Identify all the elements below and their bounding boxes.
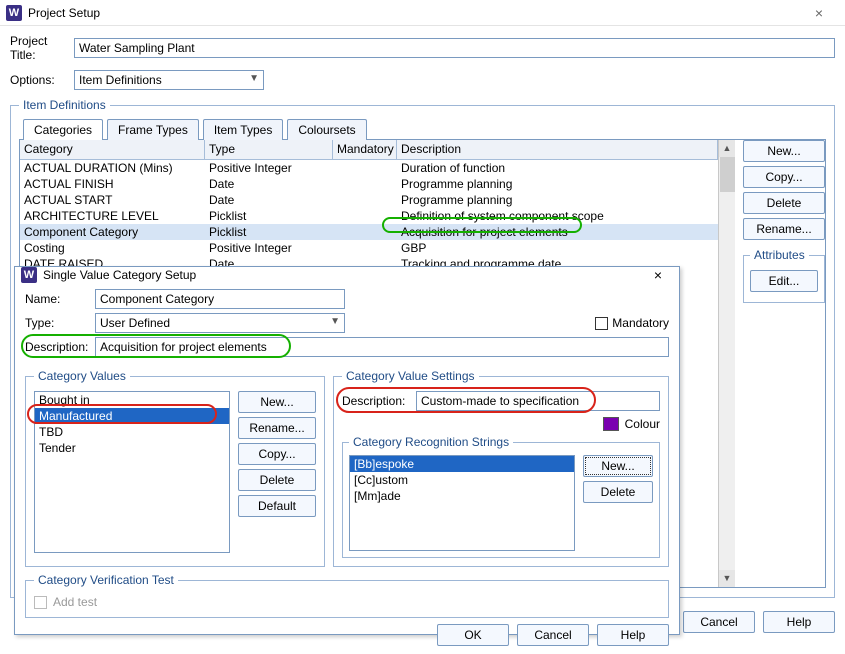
options-label: Options: <box>10 73 74 87</box>
table-row[interactable]: ACTUAL DURATION (Mins)Positive IntegerDu… <box>20 160 718 176</box>
tab-categories[interactable]: Categories <box>23 119 103 140</box>
list-item[interactable]: Manufactured <box>35 408 229 424</box>
copy-button[interactable]: Copy... <box>743 166 825 188</box>
list-item[interactable]: [Bb]espoke <box>350 456 574 472</box>
dialog-close-icon[interactable]: × <box>643 267 673 283</box>
name-label: Name: <box>25 292 95 306</box>
col-description[interactable]: Description <box>397 140 718 159</box>
options-select[interactable]: Item Definitions ▼ <box>74 70 264 90</box>
single-value-category-dialog: W Single Value Category Setup × Name: Ty… <box>14 266 680 635</box>
list-item[interactable]: TBD <box>35 424 229 440</box>
attributes-legend: Attributes <box>750 248 809 262</box>
dialog-titlebar: W Single Value Category Setup × <box>15 267 679 283</box>
grid-scrollbar[interactable]: ▲ ▼ <box>718 140 735 587</box>
project-title-label: Project Title: <box>10 34 74 62</box>
col-type[interactable]: Type <box>205 140 333 159</box>
verif-legend: Category Verification Test <box>34 573 178 587</box>
project-title-input[interactable] <box>74 38 835 58</box>
dialog-title: Single Value Category Setup <box>43 268 643 282</box>
attributes-group: Attributes Edit... <box>743 248 825 303</box>
cvs-description-label: Description: <box>342 394 412 408</box>
scroll-down-icon[interactable]: ▼ <box>719 570 735 587</box>
cat-new-button[interactable]: New... <box>238 391 316 413</box>
list-item[interactable]: Tender <box>35 440 229 456</box>
description-input[interactable] <box>95 337 669 357</box>
cvs-legend: Category Value Settings <box>342 369 479 383</box>
category-values-group: Category Values Bought inManufacturedTBD… <box>25 369 325 567</box>
recog-new-button[interactable]: New... <box>583 455 653 477</box>
grid-header: Category Type Mandatory Description <box>20 140 718 160</box>
new-button[interactable]: New... <box>743 140 825 162</box>
recognition-list[interactable]: [Bb]espoke[Cc]ustom[Mm]ade <box>349 455 575 551</box>
chevron-down-icon: ▼ <box>249 73 259 84</box>
col-mandatory[interactable]: Mandatory <box>333 140 397 159</box>
edit-attributes-button[interactable]: Edit... <box>750 270 818 292</box>
mandatory-label: Mandatory <box>612 316 669 330</box>
cat-default-button[interactable]: Default <box>238 495 316 517</box>
recog-legend: Category Recognition Strings <box>349 435 513 449</box>
list-item[interactable]: [Cc]ustom <box>350 472 574 488</box>
window-title: Project Setup <box>28 6 799 20</box>
table-row[interactable]: CostingPositive IntegerGBP <box>20 240 718 256</box>
tab-frame-types[interactable]: Frame Types <box>107 119 199 140</box>
tab-coloursets[interactable]: Coloursets <box>287 119 366 140</box>
outer-help-button[interactable]: Help <box>763 611 835 633</box>
definition-tabs: Categories Frame Types Item Types Colour… <box>19 118 826 140</box>
scroll-thumb[interactable] <box>720 157 735 192</box>
colour-swatch[interactable] <box>603 417 619 431</box>
scroll-up-icon[interactable]: ▲ <box>719 140 735 157</box>
name-input[interactable] <box>95 289 345 309</box>
category-values-legend: Category Values <box>34 369 130 383</box>
type-select-value: User Defined <box>100 316 170 330</box>
close-icon[interactable]: × <box>799 5 839 21</box>
recognition-strings-group: Category Recognition Strings [Bb]espoke[… <box>342 435 660 558</box>
options-select-value: Item Definitions <box>79 73 162 87</box>
table-row[interactable]: ARCHITECTURE LEVELPicklistDefinition of … <box>20 208 718 224</box>
app-icon: W <box>6 5 22 21</box>
cat-rename-button[interactable]: Rename... <box>238 417 316 439</box>
recog-delete-button[interactable]: Delete <box>583 481 653 503</box>
list-item[interactable]: Bought in <box>35 392 229 408</box>
rename-button[interactable]: Rename... <box>743 218 825 240</box>
cat-copy-button[interactable]: Copy... <box>238 443 316 465</box>
add-test-checkbox <box>34 596 47 609</box>
cvs-description-input[interactable] <box>416 391 660 411</box>
dialog-cancel-button[interactable]: Cancel <box>517 624 589 646</box>
category-value-settings-group: Category Value Settings Description: Col… <box>333 369 669 567</box>
colour-label: Colour <box>625 417 660 431</box>
delete-button[interactable]: Delete <box>743 192 825 214</box>
table-row[interactable]: Component CategoryPicklistAcquisition fo… <box>20 224 718 240</box>
verification-test-group: Category Verification Test Add test <box>25 573 669 618</box>
table-row[interactable]: ACTUAL FINISHDateProgramme planning <box>20 176 718 192</box>
dialog-help-button[interactable]: Help <box>597 624 669 646</box>
outer-cancel-button[interactable]: Cancel <box>683 611 755 633</box>
table-row[interactable]: ACTUAL STARTDateProgramme planning <box>20 192 718 208</box>
cat-delete-button[interactable]: Delete <box>238 469 316 491</box>
add-test-label: Add test <box>53 595 97 609</box>
window-titlebar: W Project Setup × <box>0 0 845 26</box>
tab-item-types[interactable]: Item Types <box>203 119 283 140</box>
mandatory-checkbox[interactable] <box>595 317 608 330</box>
app-icon: W <box>21 267 37 283</box>
category-values-list[interactable]: Bought inManufacturedTBDTender <box>34 391 230 553</box>
item-definitions-legend: Item Definitions <box>19 98 110 112</box>
type-select[interactable]: User Defined ▼ <box>95 313 345 333</box>
chevron-down-icon: ▼ <box>330 316 340 327</box>
type-label: Type: <box>25 316 95 330</box>
description-label: Description: <box>25 340 95 354</box>
list-item[interactable]: [Mm]ade <box>350 488 574 504</box>
dialog-ok-button[interactable]: OK <box>437 624 509 646</box>
col-category[interactable]: Category <box>20 140 205 159</box>
